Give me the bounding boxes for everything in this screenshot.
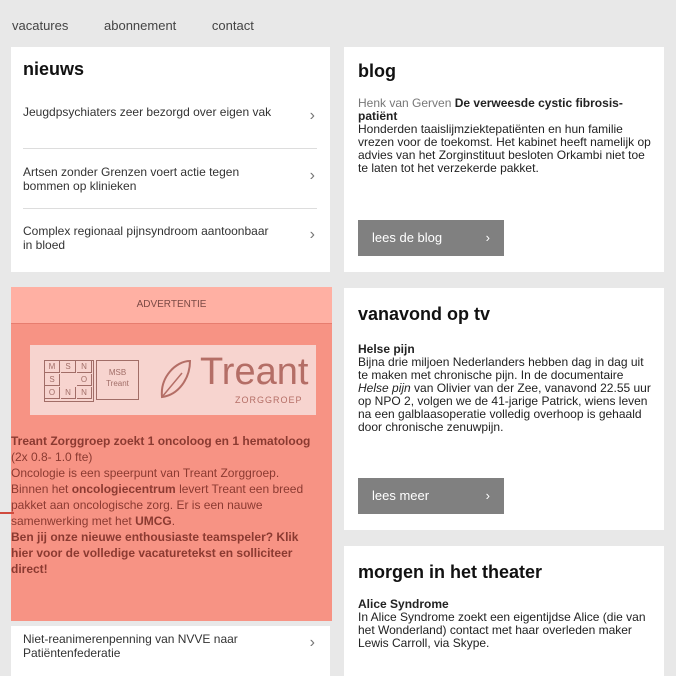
nav-contact[interactable]: contact xyxy=(212,18,254,33)
blog-body: Henk van Gerven De verweesde cystic fibr… xyxy=(358,97,653,175)
read-more-label: lees meer xyxy=(372,488,430,503)
theater-headline: Alice Syndrome xyxy=(358,597,449,611)
blog-card: blog Henk van Gerven De verweesde cystic… xyxy=(344,47,664,272)
tv-text-italic: Helse pijn xyxy=(358,381,411,395)
tv-text: Bijna drie miljoen Nederlanders hebben d… xyxy=(358,355,644,382)
news-item[interactable]: Artsen zonder Grenzen voert actie tegen … xyxy=(23,157,315,202)
news-item-text: Niet-reanimerenpenning van NVVE naar Pat… xyxy=(23,632,238,660)
ad-text-bold: oncologiecentrum xyxy=(71,482,176,496)
read-more-button[interactable]: lees meer › xyxy=(358,478,504,514)
news-item[interactable]: Niet-reanimerenpenning van NVVE naar Pat… xyxy=(23,624,315,669)
ad-text-bold: Treant Zorggroep zoekt 1 oncoloog en 1 h… xyxy=(11,434,311,448)
blog-title: blog xyxy=(358,61,396,81)
ad-text-part: (2x 0.8- 1.0 fte) xyxy=(11,450,93,464)
treant-logo: M S N S O O N N MSB Treant Treant ZORGGR… xyxy=(30,345,316,415)
chevron-right-icon: › xyxy=(309,167,315,184)
grid-letter: N xyxy=(77,361,92,373)
nav-vacatures[interactable]: vacatures xyxy=(12,18,68,33)
news-item-text: Complex regionaal pijnsyndroom aantoonba… xyxy=(23,224,269,252)
news-item-text: Artsen zonder Grenzen voert actie tegen … xyxy=(23,165,240,193)
grid-letter: S xyxy=(45,374,60,386)
theater-text: In Alice Syndrome zoekt een eigentijdse … xyxy=(358,610,646,650)
ad-header: ADVERTENTIE xyxy=(11,287,332,324)
tv-headline: Helse pijn xyxy=(358,342,415,356)
theater-title: morgen in het theater xyxy=(358,562,543,582)
msb-label: MSB Treant xyxy=(96,360,139,400)
news-title: nieuws xyxy=(23,59,85,79)
leaf-icon xyxy=(160,359,192,399)
news-item[interactable]: Jeugdpsychiaters zeer bezorgd over eigen… xyxy=(23,97,315,142)
chevron-right-icon: › xyxy=(485,488,490,503)
brand-sub: ZORGGROEP xyxy=(235,395,303,405)
tv-title: vanavond op tv xyxy=(358,304,491,324)
grid-letter: O xyxy=(77,374,92,386)
grid-letter: N xyxy=(77,387,92,399)
read-blog-button[interactable]: lees de blog › xyxy=(358,220,504,256)
ad-call-to-action[interactable]: Ben jij onze nieuwe enthousiaste teamspe… xyxy=(11,530,298,576)
read-blog-label: lees de blog xyxy=(372,230,443,245)
msn-grid-icon: M S N S O O N N xyxy=(44,360,94,402)
ad-text-bold: UMCG xyxy=(135,514,172,528)
grid-letter: M xyxy=(45,361,60,373)
advertisement[interactable]: ADVERTENTIE M S N S O O N N MSB Treant T… xyxy=(11,287,332,621)
divider xyxy=(23,208,317,209)
top-nav: vacatures abonnement contact xyxy=(12,18,286,33)
news-card-bottom: Niet-reanimerenpenning van NVVE naar Pat… xyxy=(11,626,330,676)
news-item-text: Jeugdpsychiaters zeer bezorgd over eigen… xyxy=(23,105,272,119)
chevron-right-icon: › xyxy=(309,107,315,124)
blog-author[interactable]: Henk van Gerven xyxy=(358,96,451,110)
divider xyxy=(23,148,317,149)
news-card: nieuws Jeugdpsychiaters zeer bezorgd ove… xyxy=(11,47,330,272)
news-item[interactable]: Complex regionaal pijnsyndroom aantoonba… xyxy=(23,216,315,261)
blog-text: Honderden taaislijmziektepatiënten en hu… xyxy=(358,122,651,175)
highlight-pointer xyxy=(0,512,14,514)
nav-abonnement[interactable]: abonnement xyxy=(104,18,176,33)
grid-letter: O xyxy=(45,387,60,399)
theater-body: Alice Syndrome In Alice Syndrome zoekt e… xyxy=(358,598,653,650)
ad-text: Treant Zorggroep zoekt 1 oncoloog en 1 h… xyxy=(11,433,311,577)
grid-letter: S xyxy=(61,361,76,373)
brand-name: Treant xyxy=(200,351,309,393)
theater-card: morgen in het theater Alice Syndrome In … xyxy=(344,546,664,676)
chevron-right-icon: › xyxy=(309,634,315,651)
chevron-right-icon: › xyxy=(309,226,315,243)
grid-letter: N xyxy=(61,387,76,399)
chevron-right-icon: › xyxy=(485,230,490,245)
tv-body: Helse pijn Bijna drie miljoen Nederlande… xyxy=(358,343,653,434)
tv-card: vanavond op tv Helse pijn Bijna drie mil… xyxy=(344,288,664,530)
ad-text-part: . xyxy=(171,514,176,528)
